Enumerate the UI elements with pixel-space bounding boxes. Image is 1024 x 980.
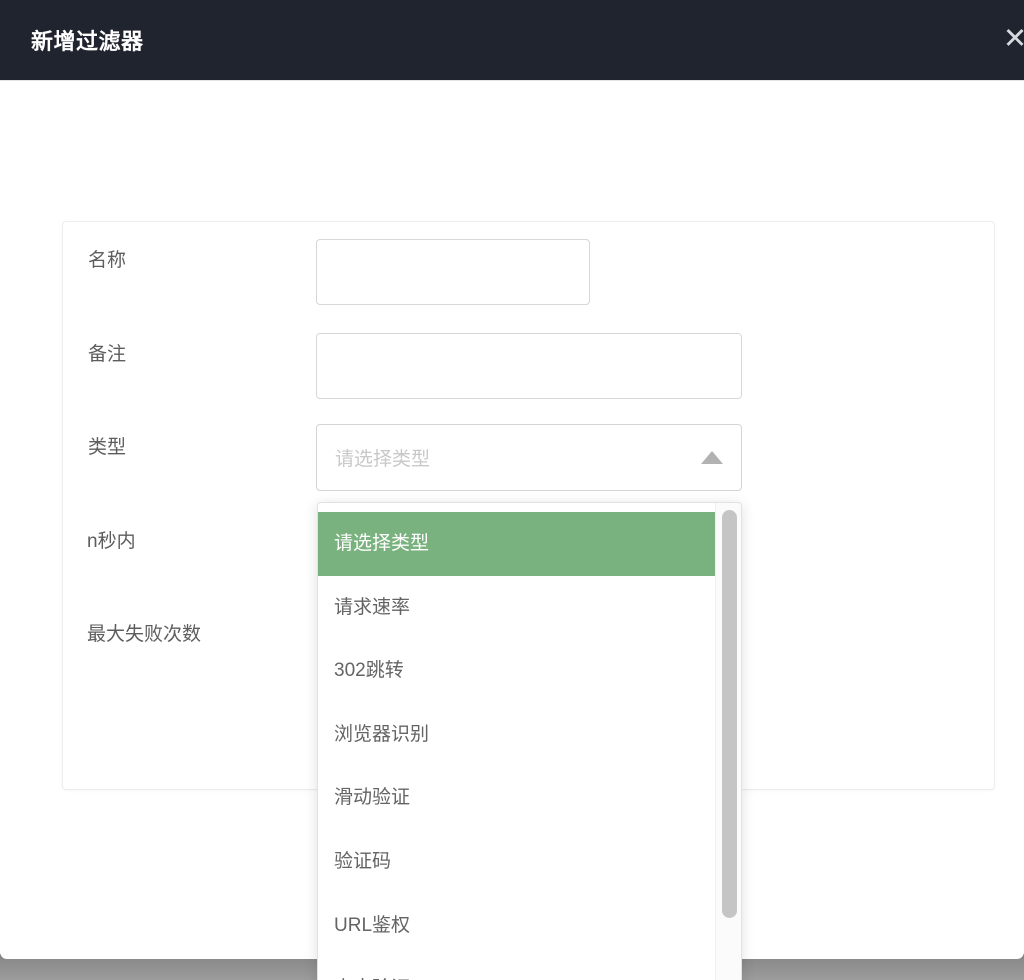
dropdown-option[interactable]: 302跳转 bbox=[318, 639, 716, 703]
remark-field-label: 备注 bbox=[88, 343, 126, 367]
dropdown-option-list: 请选择类型 请求速率 302跳转 浏览器识别 滑动验证 验证码 URL鉴权 点击… bbox=[318, 512, 716, 980]
modal-body: 名称 备注 类型 请选择类型 n秒内 最大失败次数 请选择类型 请求速率 302… bbox=[0, 80, 1024, 959]
dropdown-option[interactable]: 浏览器识别 bbox=[318, 703, 716, 767]
type-dropdown-panel: 请选择类型 请求速率 302跳转 浏览器识别 滑动验证 验证码 URL鉴权 点击… bbox=[317, 502, 742, 980]
remark-input[interactable] bbox=[316, 333, 742, 399]
close-icon[interactable]: ✕ bbox=[994, 22, 1024, 58]
dropdown-option[interactable]: 点击验证 bbox=[318, 957, 716, 980]
dropdown-option[interactable]: 请求速率 bbox=[318, 576, 716, 640]
dropdown-scrollbar-track[interactable] bbox=[715, 503, 741, 980]
type-select[interactable]: 请选择类型 bbox=[316, 424, 742, 491]
type-select-placeholder: 请选择类型 bbox=[335, 444, 701, 471]
modal-header: 新增过滤器 ✕ bbox=[0, 0, 1024, 80]
seconds-field-label: n秒内 bbox=[87, 530, 136, 554]
type-field-label: 类型 bbox=[88, 436, 126, 460]
max-failures-field-label: 最大失败次数 bbox=[87, 623, 201, 647]
dropdown-option[interactable]: 验证码 bbox=[318, 830, 716, 894]
chevron-up-icon bbox=[701, 451, 723, 464]
modal-title: 新增过滤器 bbox=[31, 24, 144, 56]
name-field-label: 名称 bbox=[88, 249, 126, 273]
dropdown-option[interactable]: 滑动验证 bbox=[318, 766, 716, 830]
dropdown-scrollbar-thumb[interactable] bbox=[722, 510, 737, 918]
add-filter-modal: 名称 备注 类型 请选择类型 n秒内 最大失败次数 请选择类型 请求速率 302… bbox=[0, 0, 1024, 980]
name-input[interactable] bbox=[316, 239, 590, 305]
dropdown-option[interactable]: 请选择类型 bbox=[318, 512, 716, 576]
dropdown-option[interactable]: URL鉴权 bbox=[318, 894, 716, 958]
